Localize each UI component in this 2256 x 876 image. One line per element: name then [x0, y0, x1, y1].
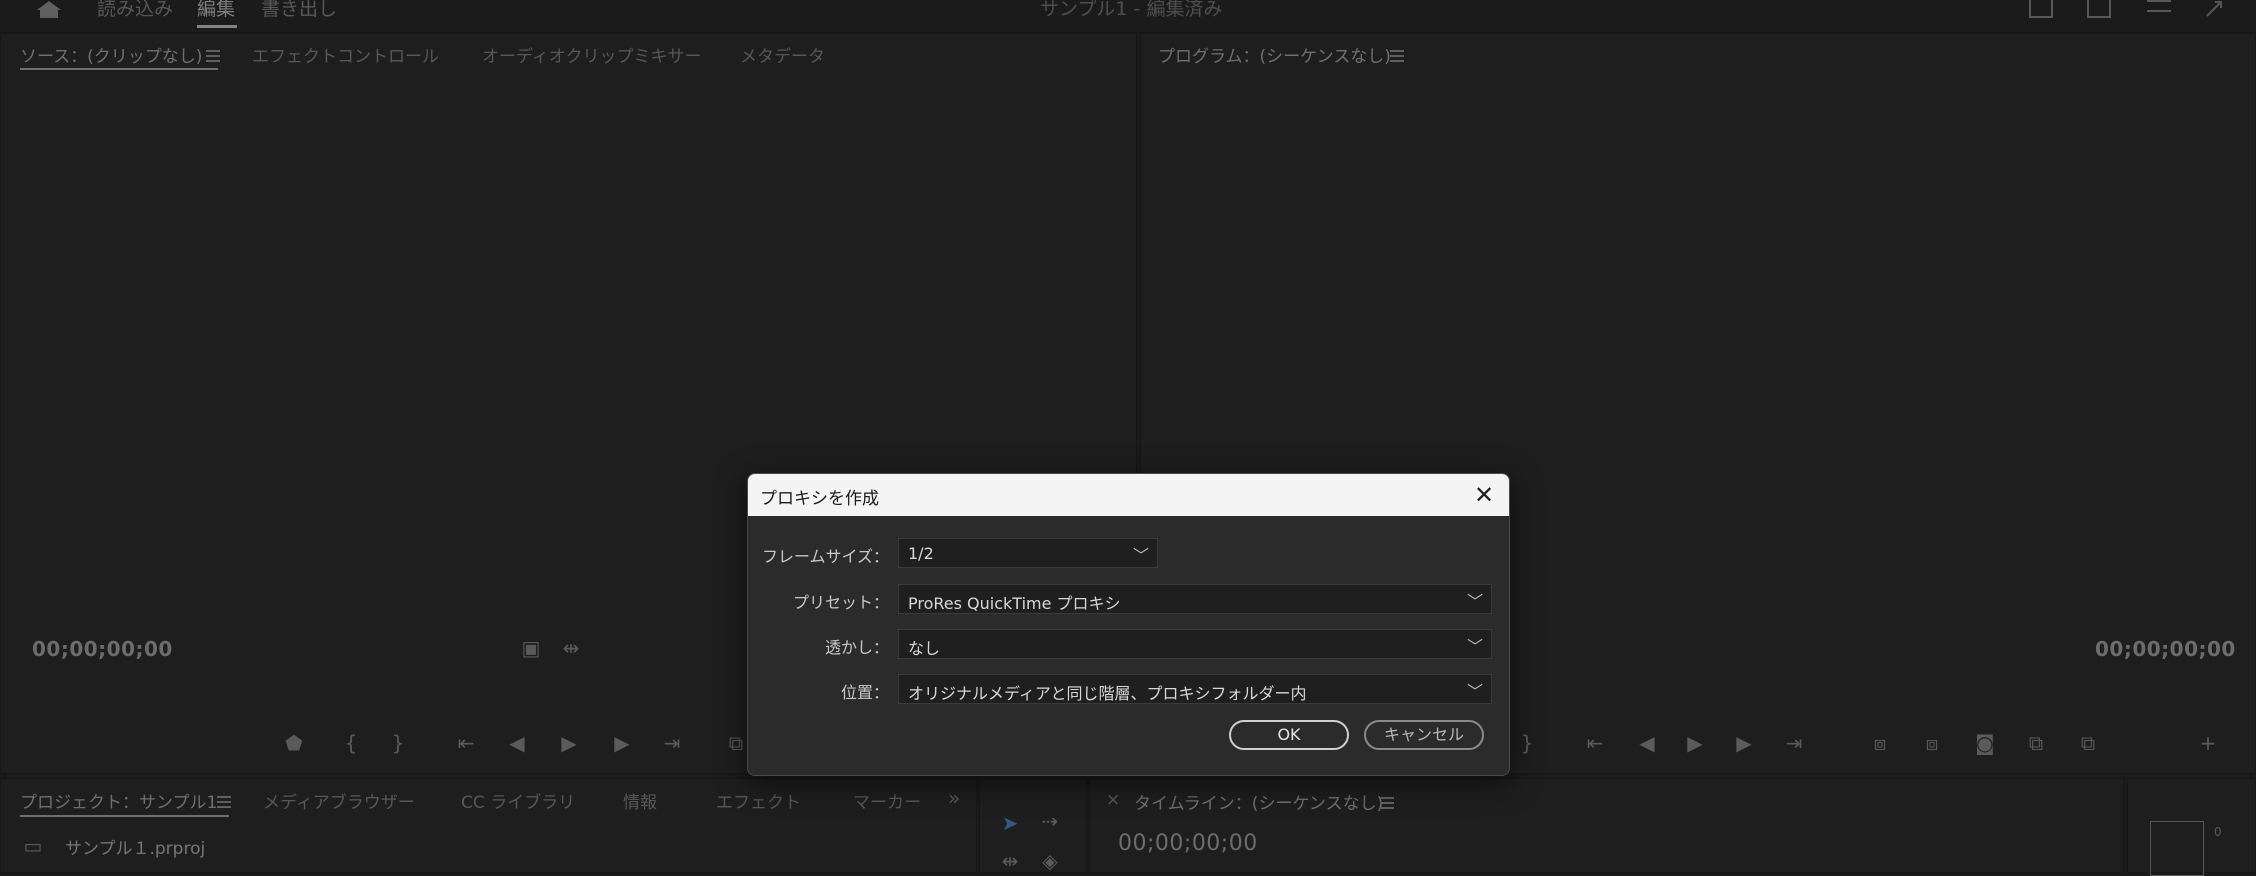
tab-markers[interactable]: マーカー [853, 788, 921, 813]
frame-size-select[interactable]: 1/2 ﹀ [898, 538, 1158, 568]
active-tab-underline [197, 25, 237, 28]
chevron-down-icon: ﹀ [1132, 546, 1149, 565]
program-mark-out-icon[interactable]: } [1514, 731, 1540, 755]
audio-meter-panel: 0 [2127, 778, 2256, 876]
menu-icon[interactable] [2147, 0, 2171, 12]
tab-import[interactable]: 読み込み [97, 0, 173, 21]
frame-size-label: フレームサイズ： [761, 547, 889, 566]
selection-tool-icon[interactable]: ➤ [997, 811, 1023, 835]
tab-effects[interactable]: エフェクト [716, 788, 801, 813]
tab-export[interactable]: 書き出し [261, 0, 337, 21]
add-button-icon[interactable]: + [2195, 731, 2221, 755]
chevron-down-icon: ﹀ [1466, 592, 1483, 611]
tab-cc-libraries[interactable]: CC ライブラリ [461, 788, 575, 813]
program-go-to-in-icon[interactable]: ⇤ [1582, 731, 1608, 755]
audio-meter [2150, 821, 2204, 876]
mark-in-icon[interactable]: { [338, 731, 364, 755]
lift-icon[interactable]: ⧈ [1867, 731, 1893, 755]
mark-out-icon[interactable]: } [385, 731, 411, 755]
tab-media-browser[interactable]: メディアブラウザー [263, 788, 415, 813]
comparison-view-icon[interactable]: ⧉ [2023, 731, 2049, 755]
preset-select[interactable]: ProRes QuickTime プロキシ ﹀ [898, 584, 1492, 614]
camera-icon[interactable]: ◙ [1972, 731, 1998, 755]
insert-clip-icon[interactable]: ⧉ [723, 731, 749, 755]
razor-tool-icon[interactable]: ◈ [1037, 849, 1063, 873]
tools-panel: ➤ ⇢ ⇹ ◈ [979, 778, 1087, 873]
location-label: 位置： [840, 683, 889, 702]
home-icon[interactable] [34, 0, 64, 18]
tab-effect-controls[interactable]: エフェクトコントロール [252, 42, 439, 67]
go-to-out-icon[interactable]: ⇥ [659, 731, 685, 755]
dialog-title: プロキシを作成 [760, 489, 879, 509]
tab-project[interactable]: プロジェクト：サンプル1 [20, 788, 217, 813]
proxy-toggle-icon[interactable]: ⧉ [2075, 731, 2101, 755]
project-title: サンプル1 - 編集済み [1040, 0, 1223, 20]
watermark-select[interactable]: なし ﹀ [898, 629, 1492, 659]
workspace-icon[interactable] [2029, 0, 2053, 18]
cancel-button[interactable]: キャンセル [1364, 720, 1484, 750]
watermark-value: なし [908, 639, 941, 658]
frame-size-value: 1/2 [908, 544, 934, 563]
tab-audio-clip-mixer[interactable]: オーディオクリップミキサー [482, 42, 701, 67]
watermark-label: 透かし： [824, 638, 889, 657]
tab-source[interactable]: ソース：(クリップなし) [20, 42, 202, 67]
dialog-title-bar: プロキシを作成 ✕ [748, 474, 1509, 516]
add-marker-icon[interactable]: ⬟ [281, 731, 307, 755]
insert-icon[interactable]: ⇹ [558, 636, 584, 660]
ripple-edit-tool-icon[interactable]: ⇹ [997, 849, 1023, 873]
program-step-forward-icon[interactable]: ▶ [1731, 731, 1757, 755]
preset-label: プリセット： [792, 593, 889, 612]
play-icon[interactable]: ▶ [556, 731, 582, 755]
tab-metadata[interactable]: メタデータ [740, 42, 825, 67]
top-bar: 読み込み 編集 書き出し サンプル1 - 編集済み [0, 0, 2256, 33]
share-icon[interactable] [2087, 0, 2111, 18]
timeline-timecode[interactable]: 00;00;00;00 [1118, 831, 1258, 856]
chevron-down-icon: ﹀ [1466, 637, 1483, 656]
source-tab-underline [20, 68, 218, 70]
tab-edit[interactable]: 編集 [197, 0, 235, 21]
go-to-in-icon[interactable]: ⇤ [453, 731, 479, 755]
tab-info[interactable]: 情報 [623, 788, 657, 813]
program-panel-menu-icon[interactable] [1390, 50, 1404, 62]
step-forward-icon[interactable]: ▶ [609, 731, 635, 755]
export-frame-icon[interactable]: ▣ [518, 636, 544, 660]
ok-button[interactable]: OK [1229, 720, 1349, 750]
source-panel-menu-icon[interactable] [206, 50, 220, 62]
create-proxy-dialog: プロキシを作成 ✕ フレームサイズ： 1/2 ﹀ プリセット： ProRes Q… [747, 473, 1510, 776]
timeline-panel: × タイムライン：(シーケンスなし) 00;00;00;00 [1089, 778, 2124, 873]
location-value: オリジナルメディアと同じ階層、プロキシフォルダー内 [908, 684, 1307, 703]
project-panel-menu-icon[interactable] [217, 796, 231, 808]
location-select[interactable]: オリジナルメディアと同じ階層、プロキシフォルダー内 ﹀ [898, 674, 1492, 704]
close-timeline-icon[interactable]: × [1106, 790, 1120, 810]
chevron-down-icon: ﹀ [1466, 682, 1483, 701]
project-file-name[interactable]: サンプル１.prproj [65, 834, 205, 859]
source-timecode[interactable]: 00;00;00;00 [32, 637, 173, 661]
timeline-panel-menu-icon[interactable] [1380, 797, 1394, 809]
program-go-to-out-icon[interactable]: ⇥ [1781, 731, 1807, 755]
step-back-icon[interactable]: ◀ [504, 731, 530, 755]
meter-zero-label: 0 [2214, 825, 2222, 839]
preset-value: ProRes QuickTime プロキシ [908, 594, 1121, 613]
track-select-tool-icon[interactable]: ⇢ [1037, 809, 1063, 833]
project-panel: プロジェクト：サンプル1 メディアブラウザー CC ライブラリ 情報 エフェクト… [0, 778, 977, 873]
folder-icon: ▭ [23, 834, 43, 858]
extract-icon[interactable]: ⧈ [1919, 731, 1945, 755]
program-play-icon[interactable]: ▶ [1682, 731, 1708, 755]
program-timecode[interactable]: 00;00;00;00 [2095, 637, 2236, 661]
tab-timeline[interactable]: タイムライン：(シーケンスなし) [1134, 789, 1383, 814]
project-tab-underline [20, 815, 229, 817]
more-tabs-button[interactable]: » [948, 786, 960, 810]
program-step-back-icon[interactable]: ◀ [1634, 731, 1660, 755]
tab-program[interactable]: プログラム：(シーケンスなし) [1158, 42, 1391, 67]
close-icon[interactable]: ✕ [1469, 480, 1499, 510]
fullscreen-icon[interactable] [2205, 0, 2223, 18]
